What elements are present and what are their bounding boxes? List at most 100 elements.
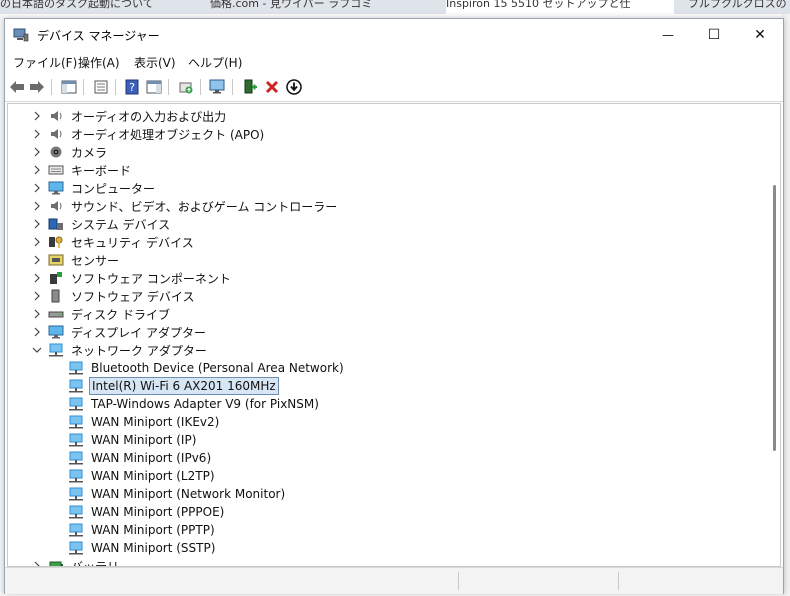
network-icon: [69, 505, 83, 519]
disable-device-button[interactable]: [285, 78, 303, 96]
toolbar-separator: [83, 79, 84, 95]
menu-help[interactable]: ヘルプ(H): [188, 54, 242, 71]
network-adapter-item[interactable]: WAN Miniport (Network Monitor): [68, 485, 287, 503]
network-adapter-item[interactable]: WAN Miniport (IKEv2): [68, 413, 221, 431]
network-adapter-item[interactable]: WAN Miniport (PPTP): [68, 521, 217, 539]
chevron-right-icon[interactable]: [32, 327, 42, 337]
disk-icon: [48, 311, 64, 318]
minimize-button[interactable]: —: [645, 19, 691, 51]
title-bar[interactable]: デバイス マネージャー — ☐ ✕: [5, 19, 783, 51]
action-pane-icon: [146, 80, 162, 94]
update-driver-button[interactable]: [177, 78, 195, 96]
chevron-right-icon[interactable]: [32, 273, 42, 283]
category-label: オーディオの入力および出力: [71, 109, 227, 124]
maximize-button[interactable]: ☐: [691, 19, 737, 51]
network-icon: [69, 415, 83, 429]
device-label: TAP-Windows Adapter V9 (for PixNSM): [91, 397, 319, 411]
network-icon: [69, 433, 83, 447]
chevron-right-icon[interactable]: [32, 309, 42, 319]
monitor-icon: [48, 181, 64, 195]
speaker-icon: [51, 129, 62, 139]
device-tree[interactable]: オーディオの入力および出力 オーディオ処理オブジェクト (APO) カメラ キーボード…: [7, 103, 781, 567]
vertical-scrollbar[interactable]: [768, 104, 780, 566]
chevron-right-icon[interactable]: [32, 183, 42, 193]
sensor-icon: [48, 254, 64, 266]
tree-category[interactable]: ディスプレイ アダプター: [48, 323, 208, 341]
tree-category[interactable]: コンピューター: [48, 179, 157, 197]
menu-view[interactable]: 表示(V): [134, 54, 176, 71]
tree-category[interactable]: ディスク ドライブ: [48, 305, 172, 323]
forward-button[interactable]: [28, 78, 46, 96]
update-driver-icon: [179, 82, 193, 94]
chevron-right-icon[interactable]: [32, 255, 42, 265]
network-adapter-item[interactable]: Intel(R) Wi-Fi 6 AX201 160MHz: [68, 377, 279, 395]
help-button[interactable]: ?: [123, 78, 141, 96]
minimize-icon: —: [662, 28, 674, 42]
key-icon: [49, 236, 63, 248]
bg-tab[interactable]: の日本語のタスク起動について: [0, 0, 196, 14]
chevron-down-icon[interactable]: [32, 345, 42, 355]
properties-button[interactable]: [92, 78, 110, 96]
scan-hardware-button[interactable]: [209, 78, 227, 96]
menu-file[interactable]: ファイル(F): [13, 54, 77, 71]
bg-tab-active[interactable]: Inspiron 15 5510 セットアップと仕: [446, 0, 674, 14]
bg-tab[interactable]: 価格.com - 見ワイパー ラフコミ: [210, 0, 436, 14]
system-icon: [48, 218, 63, 230]
tree-category[interactable]: バッテリ: [48, 557, 121, 567]
chevron-right-icon[interactable]: [32, 165, 42, 175]
status-separator: [458, 572, 459, 590]
close-button[interactable]: ✕: [737, 19, 783, 51]
network-adapter-item[interactable]: Bluetooth Device (Personal Area Network): [68, 359, 346, 377]
back-button[interactable]: [8, 78, 26, 96]
tree-category[interactable]: オーディオの入力および出力: [48, 107, 228, 125]
chevron-right-icon[interactable]: [32, 201, 42, 211]
network-adapter-item[interactable]: WAN Miniport (IPv6): [68, 449, 213, 467]
battery-icon: [49, 561, 63, 566]
show-hide-console-tree-button[interactable]: [60, 78, 78, 96]
network-adapter-item[interactable]: WAN Miniport (IP): [68, 431, 198, 449]
toolbar: ?: [5, 73, 783, 102]
add-driver-button[interactable]: [241, 78, 259, 96]
device-label: WAN Miniport (IKEv2): [91, 415, 220, 429]
category-label: セキュリティ デバイス: [71, 235, 194, 250]
device-manager-window: デバイス マネージャー — ☐ ✕ ファイル(F) 操作(A) 表示(V) ヘル…: [4, 18, 784, 594]
category-label: カメラ: [71, 145, 108, 160]
monitor-icon: [48, 325, 64, 339]
tree-category[interactable]: センサー: [48, 251, 121, 269]
category-label: コンピューター: [71, 181, 156, 196]
chevron-right-icon[interactable]: [32, 147, 42, 157]
tree-category[interactable]: カメラ: [48, 143, 109, 161]
chevron-right-icon[interactable]: [32, 237, 42, 247]
action-pane-button[interactable]: [145, 78, 163, 96]
uninstall-button[interactable]: [263, 78, 281, 96]
network-icon: [69, 487, 83, 501]
network-adapter-item[interactable]: TAP-Windows Adapter V9 (for PixNSM): [68, 395, 321, 413]
tree-category[interactable]: ネットワーク アダプター: [48, 341, 209, 359]
network-adapter-item[interactable]: WAN Miniport (SSTP): [68, 539, 217, 557]
category-label: バッテリ: [71, 559, 120, 567]
device-label: WAN Miniport (L2TP): [91, 469, 215, 483]
tree-category[interactable]: システム デバイス: [48, 215, 172, 233]
chevron-right-icon[interactable]: [32, 219, 42, 229]
chevron-right-icon[interactable]: [32, 129, 42, 139]
tree-category[interactable]: ソフトウェア デバイス: [48, 287, 196, 305]
bg-tab[interactable]: ブルプクルクロスの: [688, 0, 790, 14]
network-adapter-item[interactable]: WAN Miniport (PPPOE): [68, 503, 226, 521]
tree-category[interactable]: オーディオ処理オブジェクト (APO): [48, 125, 266, 143]
tree-category[interactable]: キーボード: [48, 161, 133, 179]
chevron-right-icon[interactable]: [32, 111, 42, 121]
scan-monitor-icon: [209, 79, 225, 94]
category-label: システム デバイス: [71, 217, 171, 232]
scrollbar-thumb[interactable]: [773, 185, 776, 451]
device-label: WAN Miniport (IPv6): [91, 451, 212, 465]
red-x-icon: [265, 80, 279, 94]
network-adapter-item[interactable]: WAN Miniport (L2TP): [68, 467, 217, 485]
tree-category[interactable]: セキュリティ デバイス: [48, 233, 196, 251]
chevron-right-icon[interactable]: [32, 291, 42, 301]
tree-category[interactable]: サウンド、ビデオ、およびゲーム コントローラー: [48, 197, 339, 215]
tree-category[interactable]: ソフトウェア コンポーネント: [48, 269, 233, 287]
menu-action[interactable]: 操作(A): [78, 54, 120, 71]
network-icon: [69, 451, 83, 465]
device-label: WAN Miniport (SSTP): [91, 541, 216, 555]
toolbar-separator: [51, 79, 52, 95]
